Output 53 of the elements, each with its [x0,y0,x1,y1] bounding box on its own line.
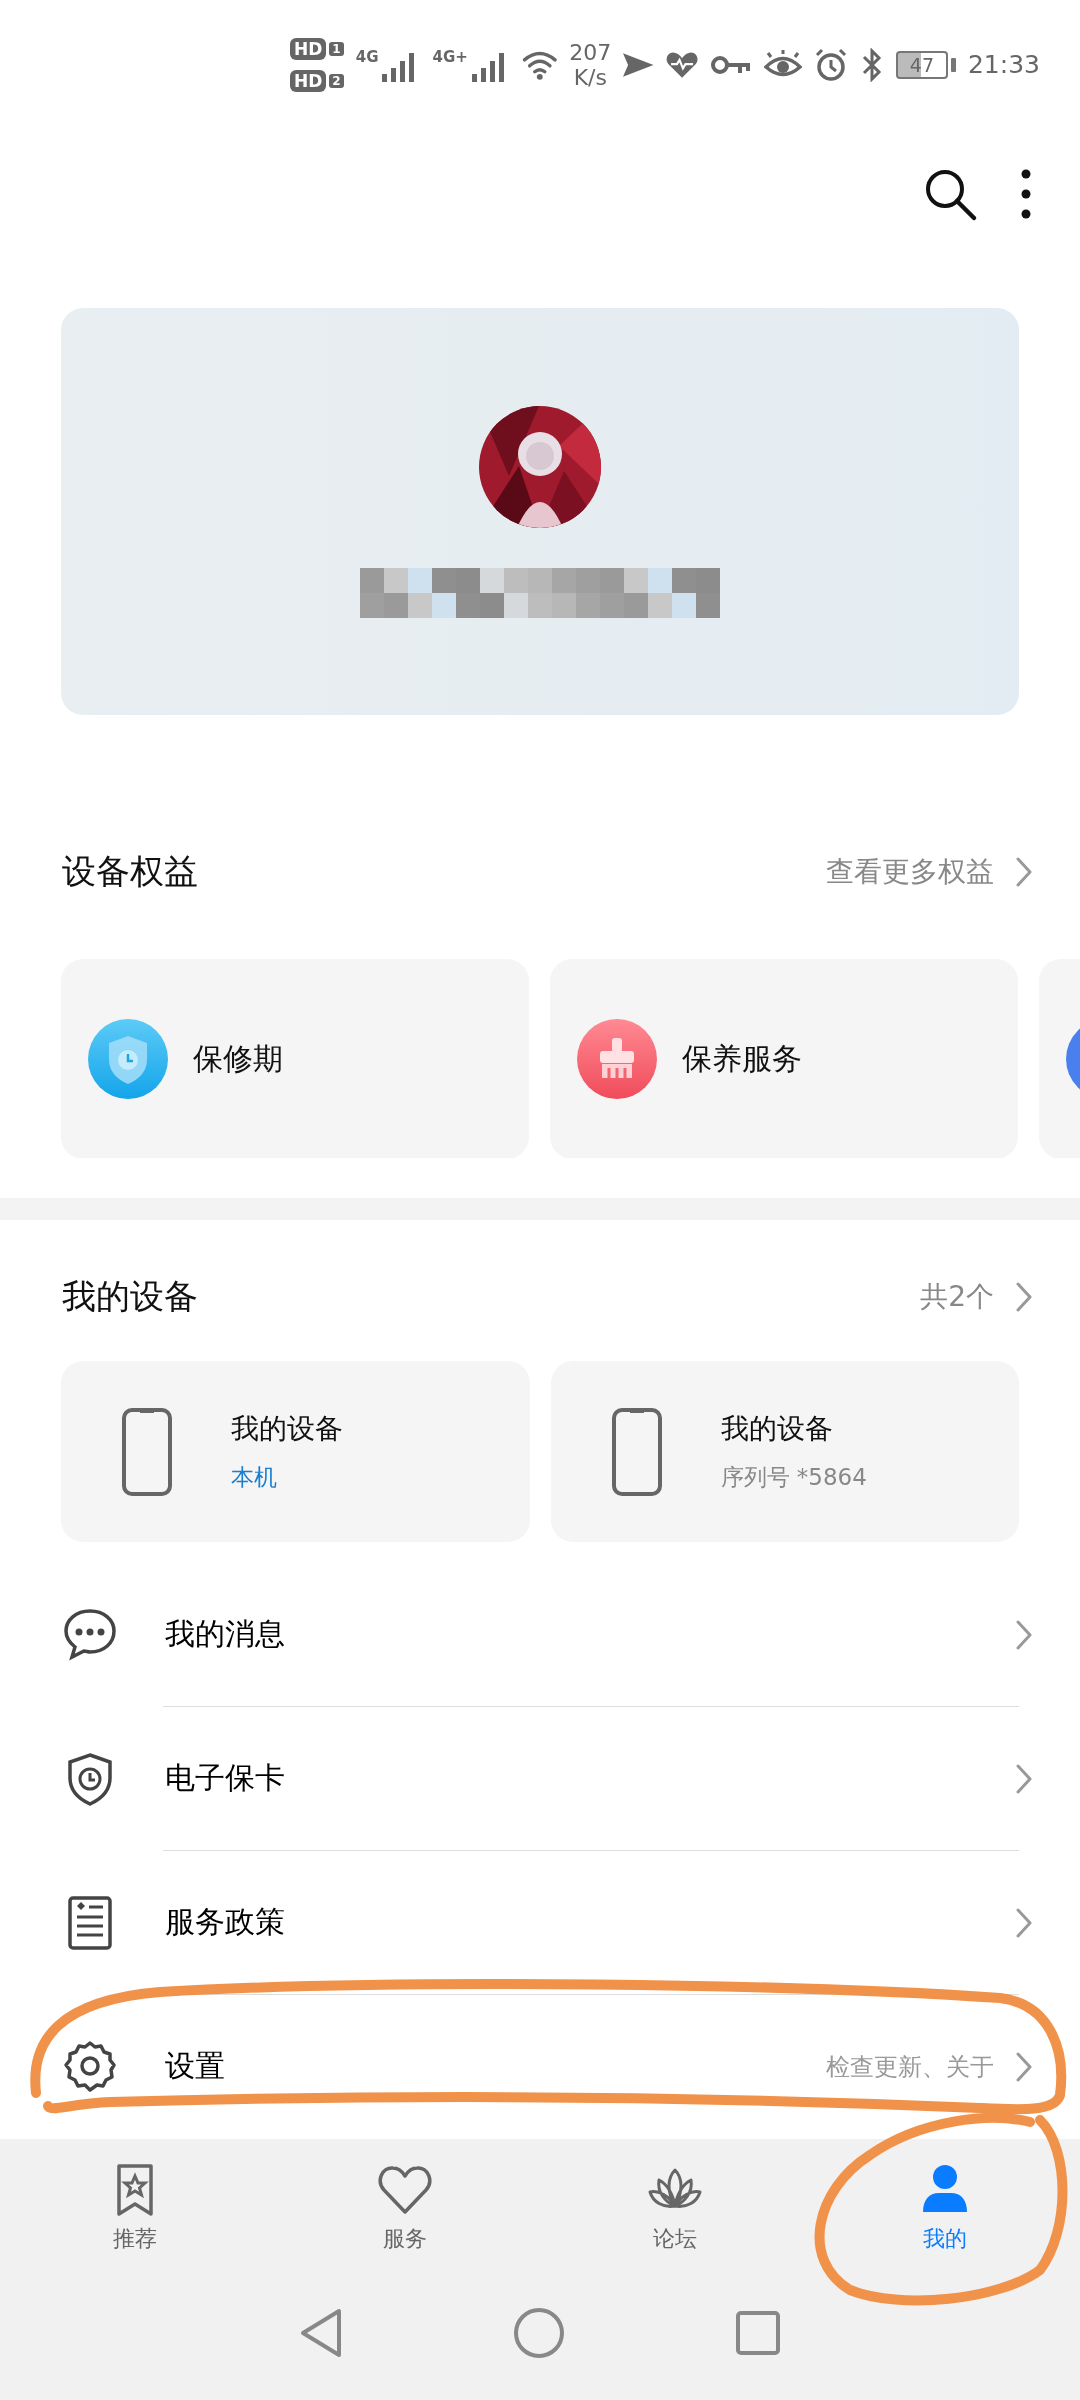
section-title: 我的设备 [62,1274,198,1318]
network-type: 4G [355,47,379,66]
network-type: 4G+ [432,47,468,66]
nav-tab[interactable]: 推荐 [0,2138,270,2277]
speed-value: 207 [569,39,612,65]
hd-label: HD [290,37,327,60]
sim-slot: 2 [329,73,344,88]
section-title: 设备权益 [62,849,198,893]
home-button[interactable] [513,2307,565,2360]
device-card[interactable]: 我的设备 本机 [61,1361,530,1542]
clock-time: 21:33 [967,50,1040,80]
nav-tab[interactable]: 服务 [270,2138,540,2277]
chevron-right-icon [1016,1907,1032,1938]
key-icon [709,53,752,76]
recents-square-icon [735,2310,781,2357]
menu-row[interactable]: 服务政策 [0,1850,1080,1995]
brush-icon [576,1018,658,1101]
menu-row[interactable]: 我的消息 [0,1562,1080,1707]
menu-row[interactable]: 设置 检查更新、关于 [0,1994,1080,2139]
alarm-icon [813,47,848,82]
nav-tab[interactable]: 论坛 [540,2138,810,2277]
back-triangle-icon [299,2307,343,2360]
battery-tip [950,57,956,72]
speed-unit: K/s [573,64,607,90]
send-icon [623,50,654,79]
device-detail: 本机 [231,1463,278,1492]
chevron-right-icon [1016,2051,1032,2082]
phone-icon [610,1406,663,1497]
menu-row[interactable]: 电子保卡 [0,1706,1080,1851]
recents-button[interactable] [735,2310,781,2357]
device-card[interactable]: 我的设备 序列号 *5864 [550,1361,1019,1542]
device-detail: 序列号 *5864 [720,1463,867,1492]
home-circle-icon [513,2307,565,2360]
back-button[interactable] [299,2307,343,2360]
chevron-right-icon [1016,1763,1032,1794]
shield-clock-icon [87,1018,169,1101]
chevron-right-icon [1016,1619,1032,1650]
benefit-card[interactable]: 保养服务 [550,959,1018,1159]
section-link[interactable]: 共2个 [920,1277,1032,1316]
more-button[interactable] [1020,167,1032,220]
sim-slot: 1 [329,41,344,56]
benefit-card[interactable]: 保修期 [61,959,529,1159]
section-link[interactable]: 查看更多权益 [826,852,1032,891]
settings-icon [62,2038,118,2095]
chevron-right-icon [1016,1281,1032,1312]
chat-bubble-icon [62,1606,118,1663]
device-name: 我的设备 [231,1411,343,1447]
device-name: 我的设备 [720,1411,834,1447]
more-icon [1020,167,1032,220]
chevron-right-icon [1016,856,1032,887]
phone-icon [121,1406,173,1497]
battery-level: 47 [895,50,948,79]
hd-label: HD [290,69,327,92]
